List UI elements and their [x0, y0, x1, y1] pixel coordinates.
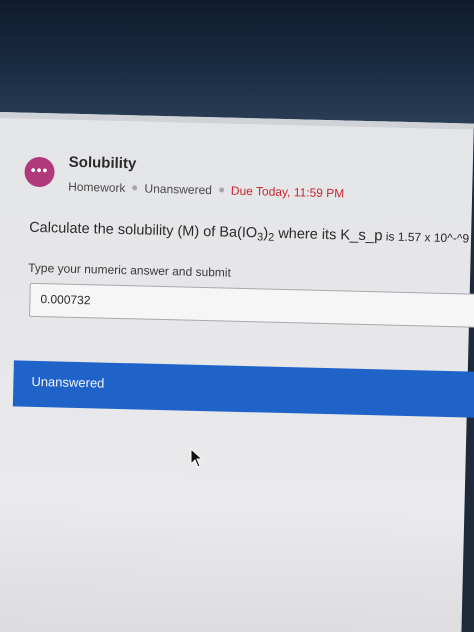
- status-label: Unanswered: [31, 373, 105, 391]
- mouse-pointer-icon: [190, 448, 204, 468]
- assignment-meta: Homework Unanswered Due Today, 11:59 PM: [68, 180, 344, 201]
- due-date: Due Today, 11:59 PM: [230, 183, 345, 201]
- question-text: Calculate the solubility (M) of Ba(IO3)2…: [28, 219, 470, 246]
- homework-page: ••• Solubility Homework Unanswered Due Tod…: [0, 112, 474, 632]
- monitor-bezel: [0, 0, 474, 124]
- assignment-title: Solubility: [68, 153, 137, 173]
- separator-dot: [218, 187, 224, 193]
- assignment-state: Unanswered: [144, 181, 213, 198]
- separator-dot: [132, 185, 138, 191]
- assignment-type: Homework: [68, 179, 126, 196]
- numeric-answer-input[interactable]: 0.000732: [29, 282, 474, 329]
- more-options-icon[interactable]: •••: [24, 156, 55, 188]
- status-bar: Unanswered: [12, 360, 474, 418]
- answer-prompt: Type your numeric answer and submit: [28, 260, 232, 280]
